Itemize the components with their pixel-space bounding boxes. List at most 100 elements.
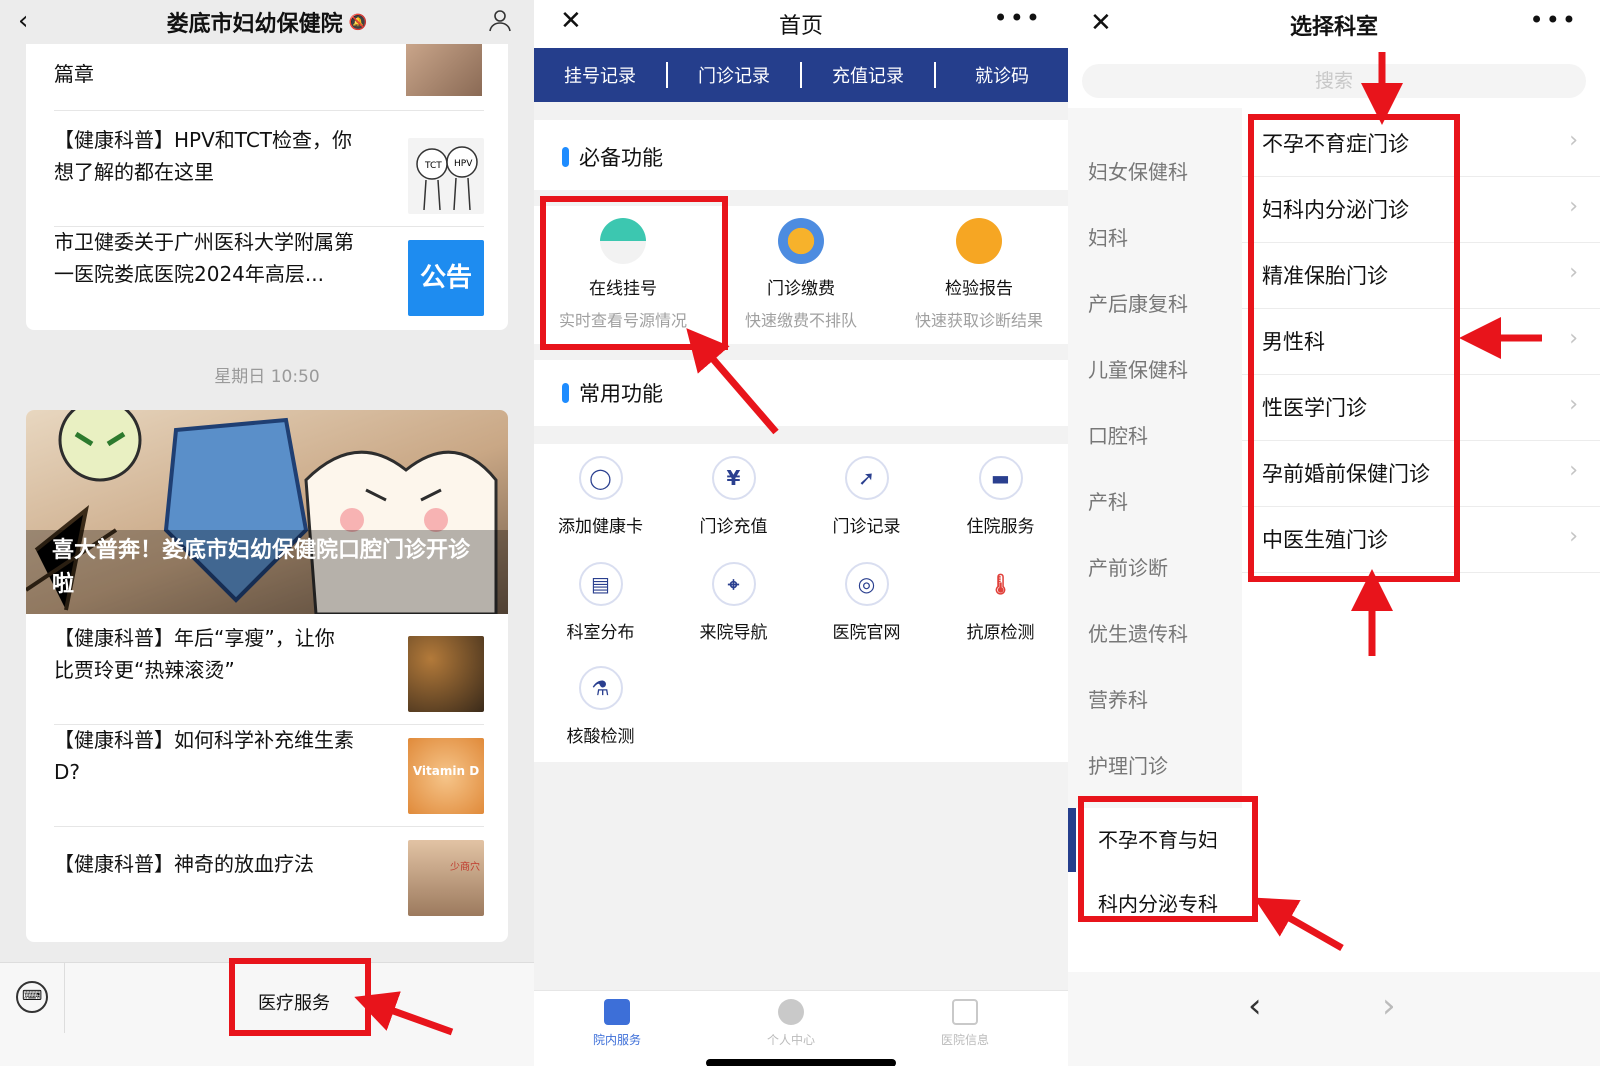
sidebar-item[interactable]: 儿童保健科	[1088, 354, 1188, 383]
grid-antigen-test[interactable]: 🌡 抗原检测	[934, 562, 1067, 643]
hospital-home-panel: ✕ 首页 ••• 挂号记录 门诊记录 充值记录 就诊码 必备功能 在线挂号 实时…	[534, 0, 1068, 1066]
page-title: 选择科室	[1289, 15, 1378, 40]
acupoint-label: 少商穴	[450, 862, 480, 873]
section-title-common: 常用功能	[562, 378, 663, 408]
sidebar-item[interactable]: 产前诊断	[1088, 552, 1168, 581]
chevron-right-icon: ›	[1569, 392, 1578, 417]
record-tabs: 挂号记录 门诊记录 充值记录 就诊码	[534, 48, 1068, 102]
sidebar-item[interactable]: 优生遗传科	[1088, 618, 1188, 647]
list-item[interactable]: 市卫健委关于广州医科大学附属第一医院娄底医院2024年高层... 公告	[54, 226, 484, 328]
yen-icon: ¥	[711, 456, 756, 500]
wechat-official-account-panel: ‹ 娄底市妇幼保健院 🔕 篇章 【健康科普】HPV和TCT检查，你想了解的都在这…	[0, 0, 534, 1066]
test-tube-icon: ⚗	[578, 666, 623, 710]
feature-name: 检验报告	[945, 279, 1013, 299]
feature-outpatient-payment[interactable]: 门诊缴费 快速缴费不排队	[712, 218, 890, 331]
back-icon[interactable]: ‹	[18, 6, 28, 36]
vitamin-label: Vitamin D	[412, 764, 480, 778]
section-accent	[562, 147, 569, 167]
home-indicator	[706, 1059, 896, 1066]
nav-hospital-services[interactable]: 院内服务	[557, 999, 677, 1048]
person-icon	[778, 999, 804, 1025]
feature-lab-report[interactable]: 检验报告 快速获取诊断结果	[890, 218, 1068, 331]
browser-nav-bar: ‹ ›	[1068, 972, 1600, 1066]
list-item[interactable]: 【健康科普】HPV和TCT检查，你想了解的都在这里 TCT HPV	[54, 124, 484, 227]
notice-thumbnail: 公告	[408, 240, 484, 316]
clipboard-icon	[952, 999, 978, 1025]
grid-inpatient-service[interactable]: ▬ 住院服务	[934, 456, 1067, 537]
feature-sub: 快速缴费不排队	[744, 311, 857, 330]
grid-add-health-card[interactable]: ◯ 添加健康卡	[534, 456, 667, 537]
close-icon[interactable]: ✕	[1090, 8, 1112, 38]
list-item[interactable]: 【健康科普】年后“享瘦”，让你比贾玲更“热辣滚烫”	[54, 622, 484, 725]
tab-visit-code[interactable]: 就诊码	[936, 62, 1068, 88]
layout-icon: ▤	[578, 562, 623, 606]
sidebar-item[interactable]: 产科	[1088, 486, 1128, 515]
mute-bell-icon: 🔕	[348, 13, 368, 31]
user-icon: ◯	[578, 456, 623, 500]
account-title: 娄底市妇幼保健院	[166, 12, 343, 37]
banner-image[interactable]: 喜大普奔！娄底市妇幼保健院口腔门诊开诊啦	[26, 410, 508, 616]
article-thumbnail	[406, 44, 482, 96]
sidebar-item[interactable]: 妇科	[1088, 222, 1128, 251]
back-icon[interactable]: ‹	[1248, 986, 1262, 1026]
highlight-box	[1248, 114, 1460, 582]
vitamin-thumbnail: Vitamin D	[408, 738, 484, 814]
nav-label: 院内服务	[592, 1033, 641, 1047]
tab-outpatient-records[interactable]: 门诊记录	[668, 62, 800, 88]
highlight-box	[540, 196, 728, 350]
grid-outpatient-records[interactable]: ➚ 门诊记录	[800, 456, 933, 537]
sidebar-item[interactable]: 产后康复科	[1088, 288, 1188, 317]
grid-outpatient-recharge[interactable]: ¥ 门诊充值	[667, 456, 800, 537]
search-input[interactable]: 搜索	[1082, 64, 1586, 98]
list-item[interactable]: 【健康科普】神奇的放血疗法 少商穴	[54, 826, 484, 928]
feature-sub: 快速获取诊断结果	[914, 311, 1043, 330]
article-title: 【健康科普】HPV和TCT检查，你想了解的都在这里	[54, 128, 353, 184]
bottom-navigation: 院内服务 个人中心 医院信息	[534, 990, 1068, 1066]
hpv-label: HPV	[454, 159, 473, 169]
grid-department-map[interactable]: ▤ 科室分布	[534, 562, 667, 643]
chevron-right-icon: ›	[1569, 524, 1578, 549]
forward-icon[interactable]: ›	[1382, 986, 1396, 1026]
section-label: 必备功能	[579, 146, 663, 170]
grid-official-site[interactable]: ◎ 医院官网	[800, 562, 933, 643]
divider	[54, 110, 484, 111]
sidebar-item[interactable]: 妇女保健科	[1088, 156, 1188, 185]
article-title: 市卫健委关于广州医科大学附属第一医院娄底医院2024年高层...	[54, 230, 354, 286]
banner-caption: 喜大普奔！娄底市妇幼保健院口腔门诊开诊啦	[52, 538, 471, 597]
sidebar-item[interactable]: 营养科	[1088, 684, 1148, 713]
nav-personal-center[interactable]: 个人中心	[731, 999, 851, 1048]
more-icon[interactable]: •••	[994, 4, 1042, 32]
herb-thumbnail	[408, 636, 484, 712]
profile-icon[interactable]	[488, 8, 512, 32]
tab-recharge-records[interactable]: 充值记录	[802, 62, 934, 88]
thermometer-icon: 🌡	[987, 572, 1014, 596]
chat-header: ‹ 娄底市妇幼保健院 🔕	[0, 0, 534, 44]
highlight-box	[1078, 796, 1258, 922]
article-title: 【健康科普】如何科学补充维生素D?	[54, 728, 354, 784]
highlight-box	[229, 958, 371, 1036]
article-fragment[interactable]: 篇章	[54, 58, 94, 87]
article-card-top: 篇章 【健康科普】HPV和TCT检查，你想了解的都在这里 TCT HPV 市卫健…	[26, 44, 508, 330]
page-title: 首页	[778, 14, 823, 39]
selected-indicator	[1068, 808, 1076, 872]
nav-hospital-info[interactable]: 医院信息	[905, 999, 1025, 1048]
section-label: 常用功能	[579, 382, 663, 406]
chevron-right-icon: ›	[1569, 326, 1578, 351]
flask-icon	[956, 218, 1002, 264]
grid-nucleic-acid-test[interactable]: ⚗ 核酸检测	[534, 666, 667, 747]
hpv-thumbnail: TCT HPV	[408, 138, 484, 214]
sidebar-item[interactable]: 口腔科	[1088, 420, 1148, 449]
sidebar-item[interactable]: 护理门诊	[1088, 750, 1168, 779]
tab-registration-records[interactable]: 挂号记录	[534, 62, 666, 88]
grid-navigation[interactable]: ⌖ 来院导航	[667, 562, 800, 643]
nav-label: 个人中心	[766, 1033, 815, 1047]
chevron-right-icon: ›	[1569, 260, 1578, 285]
more-icon[interactable]: •••	[1530, 6, 1578, 34]
close-icon[interactable]: ✕	[560, 6, 582, 36]
chevron-right-icon: ›	[1569, 194, 1578, 219]
keyboard-icon[interactable]: ⌨	[16, 981, 48, 1013]
list-item[interactable]: 【健康科普】如何科学补充维生素D? Vitamin D	[54, 724, 484, 827]
building-icon	[604, 999, 630, 1025]
chevron-right-icon: ›	[1569, 128, 1578, 153]
article-title: 【健康科普】年后“享瘦”，让你比贾玲更“热辣滚烫”	[54, 626, 335, 682]
